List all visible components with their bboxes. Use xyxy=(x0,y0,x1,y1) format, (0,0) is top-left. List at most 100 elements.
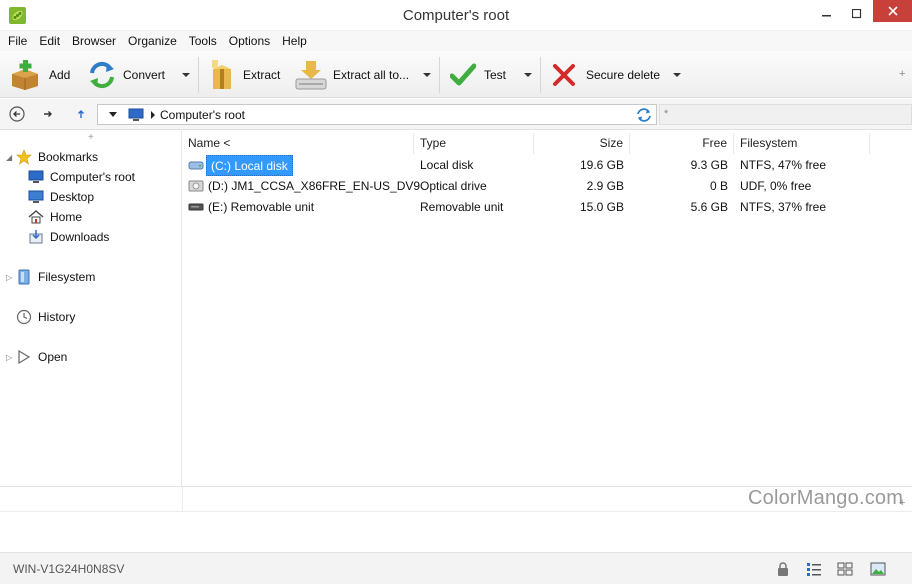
menu-bar: File Edit Browser Organize Tools Options… xyxy=(0,31,912,51)
details-view-icon[interactable] xyxy=(806,561,822,577)
menu-options[interactable]: Options xyxy=(223,31,276,51)
sidebar-item-label: Home xyxy=(50,210,83,224)
lock-icon[interactable] xyxy=(775,561,791,577)
row-filesystem: NTFS, 37% free xyxy=(740,200,827,214)
refresh-icon[interactable] xyxy=(636,107,652,123)
sidebar-item-downloads[interactable]: Downloads xyxy=(28,227,109,247)
row-name: (E:) Removable unit xyxy=(208,200,315,214)
minimize-icon xyxy=(822,14,831,16)
filter-input[interactable]: * xyxy=(659,104,912,125)
sidebar-item-label: Bookmarks xyxy=(38,150,99,164)
sidebar-item-history[interactable]: History xyxy=(16,307,75,327)
close-icon xyxy=(887,6,898,16)
sidebar-item-open[interactable]: ▷ Open xyxy=(6,347,67,367)
convert-dropdown-icon[interactable] xyxy=(180,69,192,81)
column-header-filesystem[interactable]: Filesystem xyxy=(734,133,870,154)
sidebar-item-home[interactable]: Home xyxy=(28,207,82,227)
menu-edit[interactable]: Edit xyxy=(33,31,66,51)
menu-help[interactable]: Help xyxy=(276,31,313,51)
convert-button[interactable]: Convert xyxy=(88,57,165,93)
computer-icon xyxy=(128,108,144,121)
row-free: 5.6 GB xyxy=(690,200,728,214)
add-label: Add xyxy=(49,68,71,82)
column-header-free[interactable]: Free xyxy=(630,133,734,154)
menu-file[interactable]: File xyxy=(2,31,33,51)
maximize-icon xyxy=(852,8,862,18)
row-free: 9.3 GB xyxy=(690,158,728,172)
watermark: ColorMango.com xyxy=(748,487,904,509)
secure-delete-label: Secure delete xyxy=(586,68,661,82)
maximize-button[interactable] xyxy=(842,0,872,27)
address-bar: Computer's root * xyxy=(0,99,912,130)
add-button[interactable]: Add xyxy=(9,57,70,93)
convert-arrows-icon xyxy=(90,61,114,89)
row-name: (C:) Local disk xyxy=(206,155,293,176)
desktop-icon xyxy=(28,190,44,203)
convert-label: Convert xyxy=(123,68,166,82)
sidebar-item-filesystem[interactable]: ▷ Filesystem xyxy=(6,267,95,287)
row-filesystem: UDF, 0% free xyxy=(740,179,812,193)
back-button[interactable] xyxy=(8,105,26,123)
clock-icon xyxy=(16,309,32,325)
collapse-arrow-icon[interactable]: ◢ xyxy=(6,153,16,162)
toolbar-separator xyxy=(198,57,199,93)
forward-button[interactable] xyxy=(39,105,57,123)
address-path: Computer's root xyxy=(160,108,245,122)
test-label: Test xyxy=(484,68,507,82)
minimize-button[interactable] xyxy=(812,0,842,27)
sidebar-item-label: History xyxy=(38,310,76,324)
address-history-dropdown-icon[interactable] xyxy=(108,111,118,119)
pane-expand-button[interactable]: + xyxy=(899,497,905,509)
row-filesystem: NTFS, 47% free xyxy=(740,158,827,172)
sidebar-item-label: Desktop xyxy=(50,190,95,204)
extract-all-label: Extract all to... xyxy=(333,68,410,82)
machine-name: WIN-V1G24H0N8SV xyxy=(13,562,125,576)
window-title: Computer's root xyxy=(402,7,510,24)
secure-delete-dropdown-icon[interactable] xyxy=(671,69,683,81)
toolbar-customize-button[interactable]: + xyxy=(899,68,905,80)
column-header-name[interactable]: Name < xyxy=(182,133,414,154)
test-button[interactable]: Test xyxy=(450,57,506,93)
thumbnails-view-icon[interactable] xyxy=(870,561,886,577)
star-icon xyxy=(16,149,32,165)
address-input[interactable]: Computer's root xyxy=(97,104,657,125)
forward-arrow-icon xyxy=(44,111,52,117)
column-header-size[interactable]: Size xyxy=(534,133,630,154)
up-button[interactable] xyxy=(72,105,90,123)
expand-arrow-icon[interactable]: ▷ xyxy=(6,353,16,362)
table-row[interactable]: (E:) Removable unit Removable unit 15.0 … xyxy=(182,197,912,218)
extract-all-dropdown-icon[interactable] xyxy=(421,69,433,81)
row-type: Removable unit xyxy=(420,200,504,214)
expand-arrow-icon[interactable]: ▷ xyxy=(6,273,16,282)
list-view-icon[interactable] xyxy=(837,561,853,577)
file-list: Name < Type Size Free Filesystem (C:) Lo… xyxy=(182,131,912,486)
extract-label: Extract xyxy=(243,68,281,82)
breadcrumb-arrow-icon xyxy=(151,111,155,119)
home-icon xyxy=(28,210,44,224)
menu-organize[interactable]: Organize xyxy=(122,31,183,51)
toolbar-separator xyxy=(439,57,440,93)
filter-placeholder: * xyxy=(664,108,669,120)
table-row[interactable]: (D:) JM1_CCSA_X86FRE_EN-US_DV9 Optical d… xyxy=(182,176,912,197)
menu-tools[interactable]: Tools xyxy=(183,31,223,51)
computer-icon xyxy=(28,170,44,183)
sidebar-item-desktop[interactable]: Desktop xyxy=(28,187,94,207)
pane-divider xyxy=(0,511,912,512)
toolbar: Add Convert Extract Extract all to... Te… xyxy=(0,51,912,98)
play-triangle-icon xyxy=(18,349,31,365)
column-header-type[interactable]: Type xyxy=(414,133,534,154)
table-row[interactable]: (C:) Local disk Local disk 19.6 GB 9.3 G… xyxy=(182,155,912,176)
sidebar-item-bookmarks[interactable]: ◢ Bookmarks xyxy=(6,147,98,167)
sidebar-item-label: Computer's root xyxy=(50,170,135,184)
extract-all-button[interactable]: Extract all to... xyxy=(295,57,409,93)
close-button[interactable] xyxy=(873,0,912,22)
extract-button[interactable]: Extract xyxy=(209,57,280,93)
extract-icon xyxy=(212,60,231,89)
sidebar-item-computers-root[interactable]: Computer's root xyxy=(28,167,135,187)
sidebar-add-bookmark-button[interactable]: + xyxy=(88,132,94,143)
secure-delete-button[interactable]: Secure delete xyxy=(552,57,660,93)
toolbar-separator xyxy=(540,57,541,93)
menu-browser[interactable]: Browser xyxy=(66,31,122,51)
row-size: 19.6 GB xyxy=(579,158,624,172)
test-dropdown-icon[interactable] xyxy=(522,69,534,81)
